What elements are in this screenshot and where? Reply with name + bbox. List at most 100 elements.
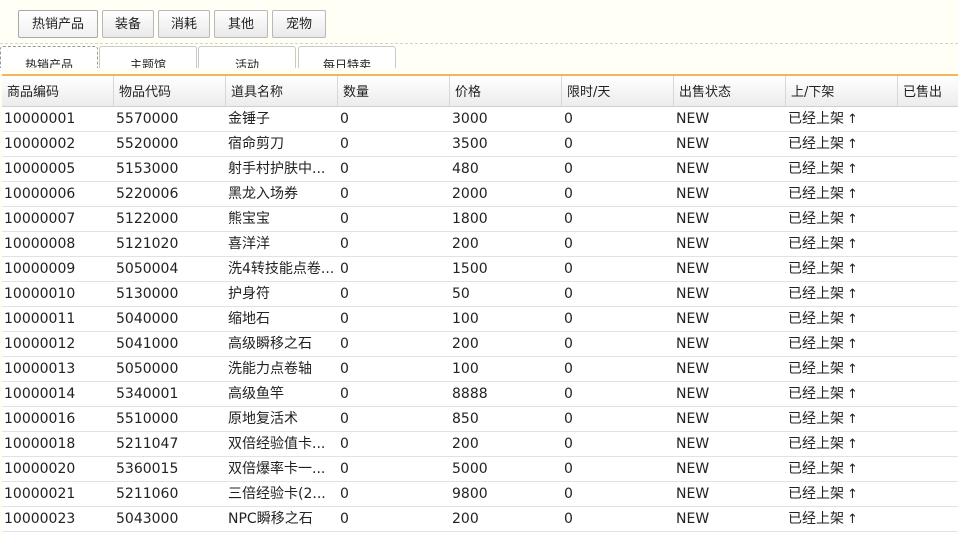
arrow-up-icon[interactable]: ↑: [847, 237, 858, 252]
arrow-up-icon[interactable]: ↑: [847, 462, 858, 477]
cell-price: 5000: [452, 461, 488, 477]
shelf-status-label: 已经上架: [788, 211, 844, 227]
subtab-hot-products[interactable]: 热销产品: [0, 46, 98, 68]
table-row[interactable]: 10000014 5340001 高级鱼竿 0 8888 0 NEW 已经上架 ↑: [2, 382, 958, 407]
col-header-product-code[interactable]: 商品编码: [2, 76, 114, 106]
cell-shelf[interactable]: 已经上架 ↑: [786, 282, 896, 307]
arrow-up-icon[interactable]: ↑: [847, 437, 858, 452]
tab-consumables[interactable]: 消耗: [158, 10, 210, 38]
cell-time-limit: 0: [564, 486, 573, 502]
arrow-up-icon[interactable]: ↑: [847, 512, 858, 527]
table-row[interactable]: 10000009 5050004 洗4转技能点卷... 0 1500 0 NEW 已经上架 ↑: [2, 257, 958, 282]
table-row[interactable]: 10000012 5041000 高级瞬移之石 0 200 0 NEW 已经上架 ↑: [2, 332, 958, 357]
arrow-up-icon[interactable]: ↑: [847, 137, 858, 152]
col-header-item-code[interactable]: 物品代码: [114, 76, 226, 106]
shelf-status-label: 已经上架: [788, 311, 844, 327]
cell-product-code: 10000011: [4, 311, 76, 327]
table-row[interactable]: 10000001 5570000 金锤子 0 3000 0 NEW 已经上架 ↑: [2, 107, 958, 132]
table-row[interactable]: 10000007 5122000 熊宝宝 0 1800 0 NEW 已经上架 ↑: [2, 207, 958, 232]
cell-shelf[interactable]: 已经上架 ↑: [786, 232, 896, 257]
cell-time-limit: 0: [564, 336, 573, 352]
subtab-events[interactable]: 活动: [198, 46, 296, 68]
col-header-item-name[interactable]: 道具名称: [226, 76, 338, 106]
table-row[interactable]: 10000016 5510000 原地复活术 0 850 0 NEW 已经上架 ↑: [2, 407, 958, 432]
table-row[interactable]: 10000006 5220006 黑龙入场券 0 2000 0 NEW 已经上架 ↑: [2, 182, 958, 207]
cell-shelf[interactable]: 已经上架 ↑: [786, 307, 896, 332]
cell-item-code: 5340001: [116, 386, 179, 402]
col-header-price[interactable]: 价格: [450, 76, 562, 106]
arrow-up-icon[interactable]: ↑: [847, 287, 858, 302]
cell-price: 480: [452, 161, 479, 177]
cell-quantity: 0: [340, 361, 349, 377]
subtab-theme-hall[interactable]: 主题馆: [99, 46, 197, 68]
grid-header: 商品编码 物品代码 道具名称 数量 价格 限时/天 出售状态 上/下架 已售出: [2, 76, 958, 107]
subtab-label: 活动: [234, 58, 259, 68]
cell-time-limit: 0: [564, 411, 573, 427]
cell-item-code: 5153000: [116, 161, 179, 177]
cell-shelf[interactable]: 已经上架 ↑: [786, 382, 896, 407]
cell-price: 100: [452, 311, 479, 327]
cell-shelf[interactable]: 已经上架 ↑: [786, 257, 896, 282]
tab-other[interactable]: 其他: [214, 10, 268, 38]
arrow-up-icon[interactable]: ↑: [847, 337, 858, 352]
table-row[interactable]: 10000020 5360015 双倍爆率卡一... 0 5000 0 NEW 已经上架 ↑: [2, 457, 958, 482]
tab-hot-products[interactable]: 热销产品: [18, 10, 98, 38]
cell-shelf[interactable]: 已经上架 ↑: [786, 207, 896, 232]
table-row[interactable]: 10000013 5050000 洗能力点卷轴 0 100 0 NEW 已经上架 ↑: [2, 357, 958, 382]
cell-quantity: 0: [340, 336, 349, 352]
arrow-up-icon[interactable]: ↑: [847, 312, 858, 327]
cell-shelf[interactable]: 已经上架 ↑: [786, 507, 896, 532]
shelf-status-label: 已经上架: [788, 236, 844, 252]
tab-equipment[interactable]: 装备: [102, 10, 154, 38]
table-row[interactable]: 10000002 5520000 宿命剪刀 0 3500 0 NEW 已经上架 ↑: [2, 132, 958, 157]
cell-quantity: 0: [340, 161, 349, 177]
cell-shelf[interactable]: 已经上架 ↑: [786, 182, 896, 207]
arrow-up-icon[interactable]: ↑: [847, 162, 858, 177]
arrow-up-icon[interactable]: ↑: [847, 187, 858, 202]
shelf-status-label: 已经上架: [788, 336, 844, 352]
col-header-sold[interactable]: 已售出: [898, 76, 958, 106]
cell-price: 2000: [452, 186, 488, 202]
arrow-up-icon[interactable]: ↑: [847, 412, 858, 427]
table-row[interactable]: 10000021 5211060 三倍经验卡(2... 0 9800 0 NEW 已经上架 ↑: [2, 482, 958, 507]
cell-quantity: 0: [340, 461, 349, 477]
cell-shelf[interactable]: 已经上架 ↑: [786, 457, 896, 482]
cell-item-name: 高级瞬移之石: [228, 336, 312, 352]
cell-shelf[interactable]: 已经上架 ↑: [786, 432, 896, 457]
table-row[interactable]: 10000018 5211047 双倍经验值卡... 0 200 0 NEW 已经上架 ↑: [2, 432, 958, 457]
col-header-time-limit[interactable]: 限时/天: [562, 76, 674, 106]
subtab-daily-sale[interactable]: 每日特卖: [298, 46, 396, 68]
shelf-status-label: 已经上架: [788, 286, 844, 302]
tab-pets[interactable]: 宠物: [272, 10, 326, 38]
arrow-up-icon[interactable]: ↑: [847, 262, 858, 277]
arrow-up-icon[interactable]: ↑: [847, 487, 858, 502]
cell-item-code: 5040000: [116, 311, 179, 327]
col-header-shelf[interactable]: 上/下架: [786, 76, 898, 106]
cell-shelf[interactable]: 已经上架 ↑: [786, 157, 896, 182]
cell-sale-status: NEW: [676, 161, 710, 177]
arrow-up-icon[interactable]: ↑: [847, 362, 858, 377]
cell-shelf[interactable]: 已经上架 ↑: [786, 332, 896, 357]
cell-shelf[interactable]: 已经上架 ↑: [786, 357, 896, 382]
arrow-up-icon[interactable]: ↑: [847, 212, 858, 227]
cell-time-limit: 0: [564, 386, 573, 402]
arrow-up-icon[interactable]: ↑: [847, 112, 858, 127]
arrow-up-icon[interactable]: ↑: [847, 387, 858, 402]
table-row[interactable]: 10000010 5130000 护身符 0 50 0 NEW 已经上架 ↑: [2, 282, 958, 307]
cell-item-name: 喜洋洋: [228, 236, 270, 252]
table-row[interactable]: 10000005 5153000 射手村护肤中... 0 480 0 NEW 已经上架 ↑: [2, 157, 958, 182]
cell-shelf[interactable]: 已经上架 ↑: [786, 407, 896, 432]
cell-price: 1800: [452, 211, 488, 227]
table-row[interactable]: 10000011 5040000 缩地石 0 100 0 NEW 已经上架 ↑: [2, 307, 958, 332]
subtab-label: 热销产品: [24, 58, 73, 68]
table-row[interactable]: 10000008 5121020 喜洋洋 0 200 0 NEW 已经上架 ↑: [2, 232, 958, 257]
cell-time-limit: 0: [564, 436, 573, 452]
cell-time-limit: 0: [564, 186, 573, 202]
cell-shelf[interactable]: 已经上架 ↑: [786, 132, 896, 157]
table-row[interactable]: 10000023 5043000 NPC瞬移之石 0 200 0 NEW 已经上架 ↑: [2, 507, 958, 532]
cell-time-limit: 0: [564, 511, 573, 527]
col-header-quantity[interactable]: 数量: [338, 76, 450, 106]
cell-shelf[interactable]: 已经上架 ↑: [786, 107, 896, 132]
cell-shelf[interactable]: 已经上架 ↑: [786, 482, 896, 507]
col-header-sale-status[interactable]: 出售状态: [674, 76, 786, 106]
